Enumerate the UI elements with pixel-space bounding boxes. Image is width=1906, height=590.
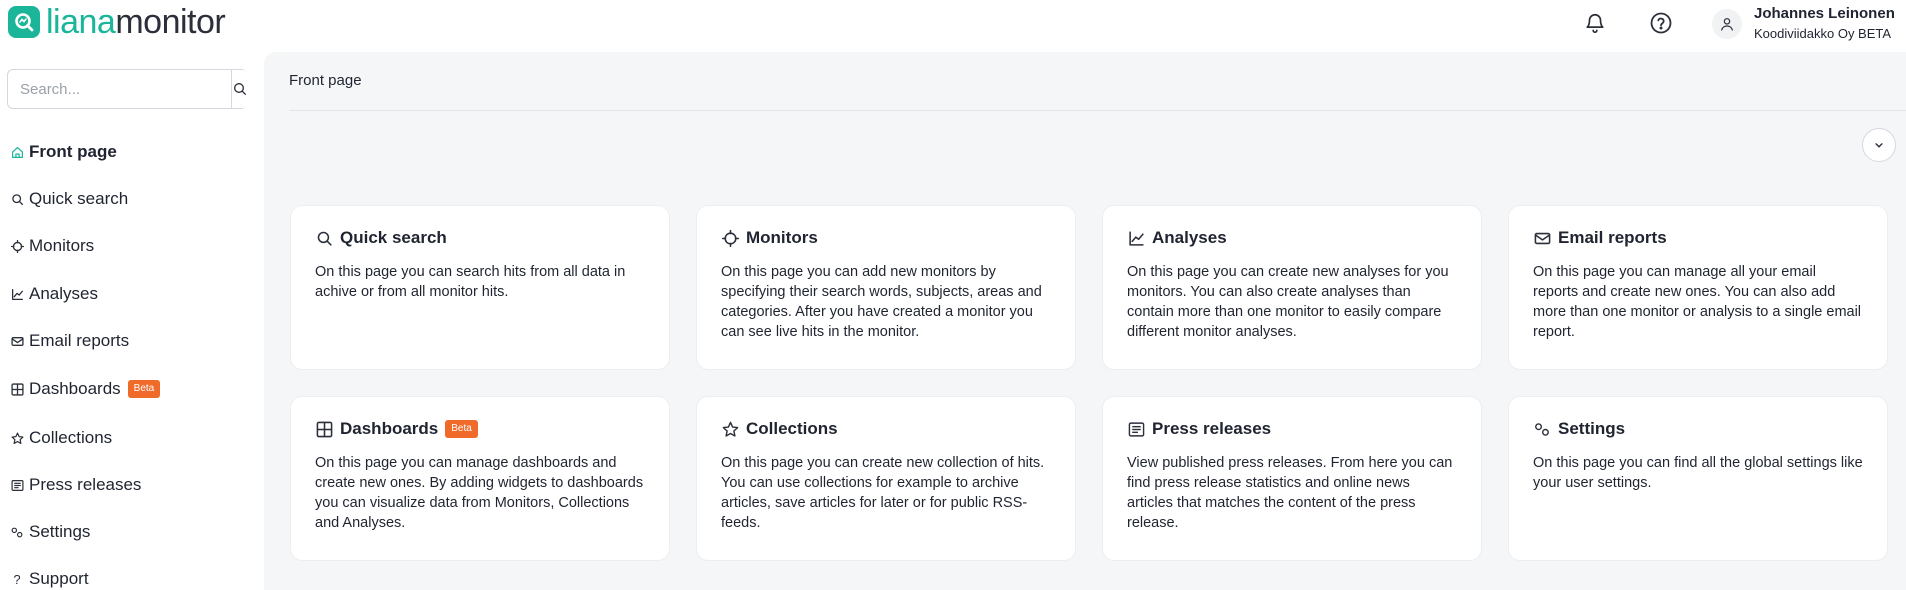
chart-line-icon bbox=[1127, 229, 1145, 247]
home-icon bbox=[10, 145, 24, 159]
card-description: On this page you can add new monitors by… bbox=[721, 264, 1042, 340]
sidebar-item-settings[interactable]: Settings bbox=[10, 520, 90, 544]
sidebar-item-label: Settings bbox=[29, 522, 91, 541]
divider bbox=[289, 110, 1906, 111]
user-avatar[interactable] bbox=[1712, 9, 1742, 39]
search-icon bbox=[315, 229, 333, 247]
top-header: lianamonitor Johannes Leinonen Koodiviid… bbox=[0, 0, 1906, 52]
grid-icon bbox=[10, 382, 24, 396]
search-icon bbox=[234, 83, 246, 95]
sidebar-item-label: Monitors bbox=[29, 236, 95, 255]
card-title: Settings bbox=[1558, 419, 1626, 438]
user-organization: Koodiviidakko Oy BETA bbox=[1754, 26, 1892, 41]
card-description: View published press releases. From here… bbox=[1127, 455, 1453, 531]
card-title: Quick search bbox=[340, 228, 447, 247]
sidebar-item-email-reports[interactable]: Email reports bbox=[10, 329, 129, 353]
chart-line-icon bbox=[10, 287, 24, 301]
card-press-releases[interactable]: Press releases View published press rele… bbox=[1102, 396, 1482, 561]
card-title: Press releases bbox=[1152, 419, 1272, 438]
card-title: Email reports bbox=[1558, 228, 1667, 247]
user-name: Johannes Leinonen bbox=[1754, 5, 1895, 22]
search-icon bbox=[10, 192, 24, 206]
sidebar-item-label: Quick search bbox=[29, 189, 129, 208]
card-quick-search[interactable]: Quick search On this page you can search… bbox=[290, 205, 670, 370]
sidebar-item-front-page[interactable]: Front page bbox=[10, 140, 117, 164]
search-input[interactable] bbox=[8, 70, 231, 108]
help-icon[interactable] bbox=[1647, 9, 1675, 37]
card-description: On this page you can manage dashboards a… bbox=[315, 455, 644, 531]
star-icon bbox=[721, 420, 739, 438]
sidebar-item-support[interactable]: ? Support bbox=[10, 567, 89, 590]
bell-icon[interactable] bbox=[1581, 9, 1609, 37]
sidebar-item-quick-search[interactable]: Quick search bbox=[10, 187, 128, 211]
beta-badge: Beta bbox=[445, 420, 478, 438]
sidebar-item-monitors[interactable]: Monitors bbox=[10, 234, 94, 258]
card-description: On this page you can create new collecti… bbox=[721, 455, 1045, 531]
sidebar-item-label: Front page bbox=[29, 142, 117, 161]
sidebar-item-press-releases[interactable]: Press releases bbox=[10, 473, 141, 497]
card-description: On this page you can find all the global… bbox=[1533, 455, 1863, 491]
beta-badge: Beta bbox=[127, 380, 161, 398]
crosshair-icon bbox=[10, 239, 24, 253]
sidebar-item-analyses[interactable]: Analyses bbox=[10, 282, 98, 306]
card-collections[interactable]: Collections On this page you can create … bbox=[696, 396, 1076, 561]
chevron-down-icon bbox=[1875, 143, 1883, 148]
search-button[interactable] bbox=[231, 70, 248, 108]
collapse-toggle-button[interactable] bbox=[1862, 128, 1896, 162]
envelope-icon bbox=[10, 334, 24, 348]
star-icon bbox=[10, 431, 24, 445]
breadcrumb[interactable]: Front page bbox=[289, 72, 362, 89]
sidebar-item-label: Press releases bbox=[29, 475, 142, 494]
card-dashboards[interactable]: Dashboards Beta On this page you can man… bbox=[290, 396, 670, 561]
sidebar-item-label: Analyses bbox=[29, 284, 98, 303]
card-monitors[interactable]: Monitors On this page you can add new mo… bbox=[696, 205, 1076, 370]
card-description: On this page you can search hits from al… bbox=[315, 264, 626, 300]
user-icon bbox=[1721, 18, 1733, 31]
card-settings[interactable]: Settings On this page you can find all t… bbox=[1508, 396, 1888, 561]
sidebar-item-label: Dashboards bbox=[29, 379, 121, 398]
card-analyses[interactable]: Analyses On this page you can create new… bbox=[1102, 205, 1482, 370]
logo-text-monitor: monitor bbox=[115, 3, 226, 41]
sidebar-item-label: Support bbox=[29, 569, 89, 588]
sidebar-item-collections[interactable]: Collections bbox=[10, 426, 112, 450]
logo-mark-icon bbox=[8, 6, 40, 38]
sidebar-item-dashboards[interactable]: Dashboards Beta bbox=[10, 377, 161, 401]
card-title: Monitors bbox=[746, 228, 818, 247]
card-email-reports[interactable]: Email reports On this page you can manag… bbox=[1508, 205, 1888, 370]
gears-icon bbox=[1533, 420, 1551, 438]
sidebar: Front page Quick search Monitors Analyse… bbox=[0, 52, 264, 590]
liana-monitor-logo[interactable]: lianamonitor bbox=[8, 3, 226, 41]
card-title: Dashboards bbox=[340, 419, 439, 438]
question-icon: ? bbox=[13, 571, 21, 587]
main-content: Front page Quick search On this page you… bbox=[264, 52, 1906, 590]
logo-text-liana: liana bbox=[46, 3, 116, 41]
card-title: Analyses bbox=[1152, 228, 1227, 247]
sidebar-item-label: Email reports bbox=[29, 331, 130, 350]
logo-text: lianamonitor bbox=[46, 3, 226, 41]
crosshair-icon bbox=[721, 229, 739, 247]
card-description: On this page you can manage all your ema… bbox=[1533, 264, 1862, 340]
card-title: Collections bbox=[746, 419, 838, 438]
sidebar-search bbox=[7, 69, 248, 109]
sidebar-item-label: Collections bbox=[29, 428, 113, 447]
user-menu[interactable]: Johannes Leinonen Koodiviidakko Oy BETA bbox=[1754, 5, 1895, 43]
envelope-icon bbox=[1533, 229, 1551, 247]
newspaper-icon bbox=[10, 478, 24, 492]
grid-icon bbox=[315, 420, 333, 438]
newspaper-icon bbox=[1127, 420, 1145, 438]
card-description: On this page you can create new analyses… bbox=[1127, 264, 1449, 340]
gears-icon bbox=[10, 525, 24, 539]
